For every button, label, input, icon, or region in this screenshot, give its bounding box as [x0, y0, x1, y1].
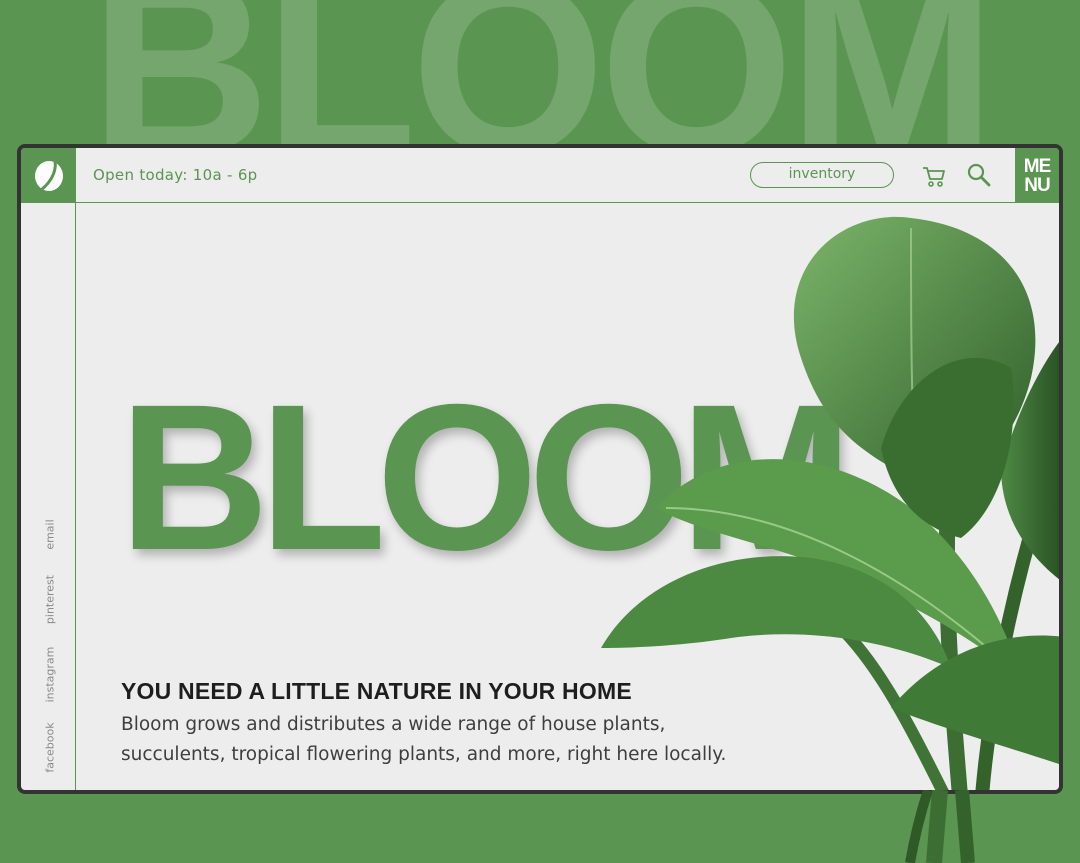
social-link-instagram[interactable]: instagram [44, 647, 57, 703]
logo[interactable] [21, 148, 76, 203]
search-icon[interactable] [966, 162, 992, 188]
hero-headline: YOU NEED A LITTLE NATURE IN YOUR HOME [121, 678, 632, 704]
menu-label-top: ME [1023, 155, 1052, 177]
inventory-button[interactable]: inventory [750, 162, 894, 188]
top-navigation-bar: Open today: 10a - 6p inventory ME NU [76, 148, 1059, 203]
social-link-facebook[interactable]: facebook [44, 722, 57, 772]
cart-icon[interactable] [921, 163, 947, 189]
menu-label-bottom: NU [1024, 174, 1050, 196]
social-link-pinterest[interactable]: pinterest [44, 575, 57, 624]
plant-stem-overflow [905, 790, 975, 863]
menu-button[interactable]: ME NU [1015, 148, 1059, 203]
hero-description: Bloom grows and distributes a wide range… [121, 714, 727, 765]
opening-hours: Open today: 10a - 6p [93, 166, 258, 184]
social-sidebar: email pinterest instagram facebook [21, 203, 76, 790]
social-link-email[interactable]: email [44, 519, 57, 549]
leaf-icon [34, 160, 63, 194]
browser-window: Open today: 10a - 6p inventory ME NU ema… [17, 144, 1063, 794]
plant-image [601, 216, 1059, 790]
